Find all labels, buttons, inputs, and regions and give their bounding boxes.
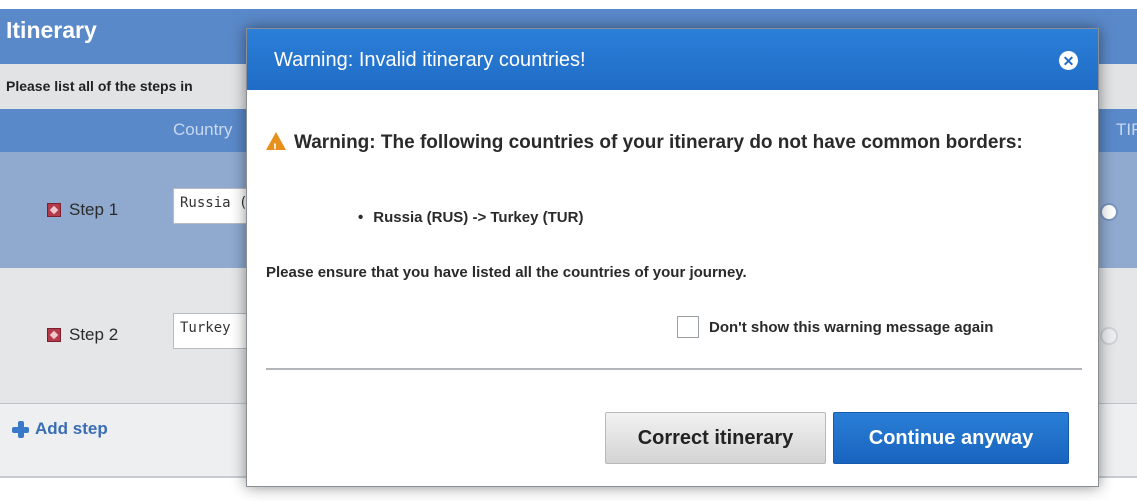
dialog-title: Warning: Invalid itinerary countries! [274, 49, 586, 71]
step-2-tir-radio[interactable] [1100, 327, 1118, 345]
instruction-text: Please list all of the steps in [6, 78, 193, 94]
ensure-text: Please ensure that you have listed all t… [266, 264, 747, 281]
dialog-divider [266, 368, 1082, 370]
step-2-label: Step 2 [69, 325, 119, 344]
column-header-tir: TIR [1116, 120, 1137, 139]
warning-text: Warning: The following countries of your… [294, 132, 1023, 153]
dont-show-again-label: Don't show this warning message again [709, 318, 994, 336]
step-2-label-group: Step 2 [47, 325, 118, 345]
close-icon[interactable]: ✕ [1059, 51, 1078, 70]
top-strip [0, 0, 1137, 9]
column-header-country: Country [173, 120, 233, 139]
dont-show-again-option[interactable]: Don't show this warning message again [677, 316, 993, 338]
step-1-label-group: Step 1 [47, 200, 118, 220]
add-step-label: Add step [35, 419, 108, 438]
list-item: Russia (RUS) -> Turkey (TUR) [358, 209, 583, 226]
border-issue-list: Russia (RUS) -> Turkey (TUR) [358, 209, 583, 226]
add-step-link[interactable]: Add step [12, 419, 108, 439]
correct-itinerary-button[interactable]: Correct itinerary [605, 412, 826, 464]
warning-triangle-icon [266, 132, 286, 160]
continue-anyway-button[interactable]: Continue anyway [833, 412, 1069, 464]
warning-dialog: Warning: Invalid itinerary countries! ✕ … [246, 28, 1099, 487]
step-1-country-input[interactable]: Russia ( [173, 188, 253, 224]
remove-step-icon[interactable] [47, 203, 61, 217]
step-2-country-input[interactable]: Turkey [173, 313, 253, 349]
dont-show-again-checkbox[interactable] [677, 316, 699, 338]
plus-icon [12, 420, 29, 438]
step-1-tir-radio[interactable] [1100, 203, 1118, 221]
page-title: Itinerary [6, 17, 97, 43]
remove-step-icon[interactable] [47, 328, 61, 342]
dialog-header: Warning: Invalid itinerary countries! ✕ [247, 29, 1098, 90]
warning-message: Warning: The following countries of your… [266, 131, 1056, 160]
step-1-label: Step 1 [69, 200, 119, 219]
